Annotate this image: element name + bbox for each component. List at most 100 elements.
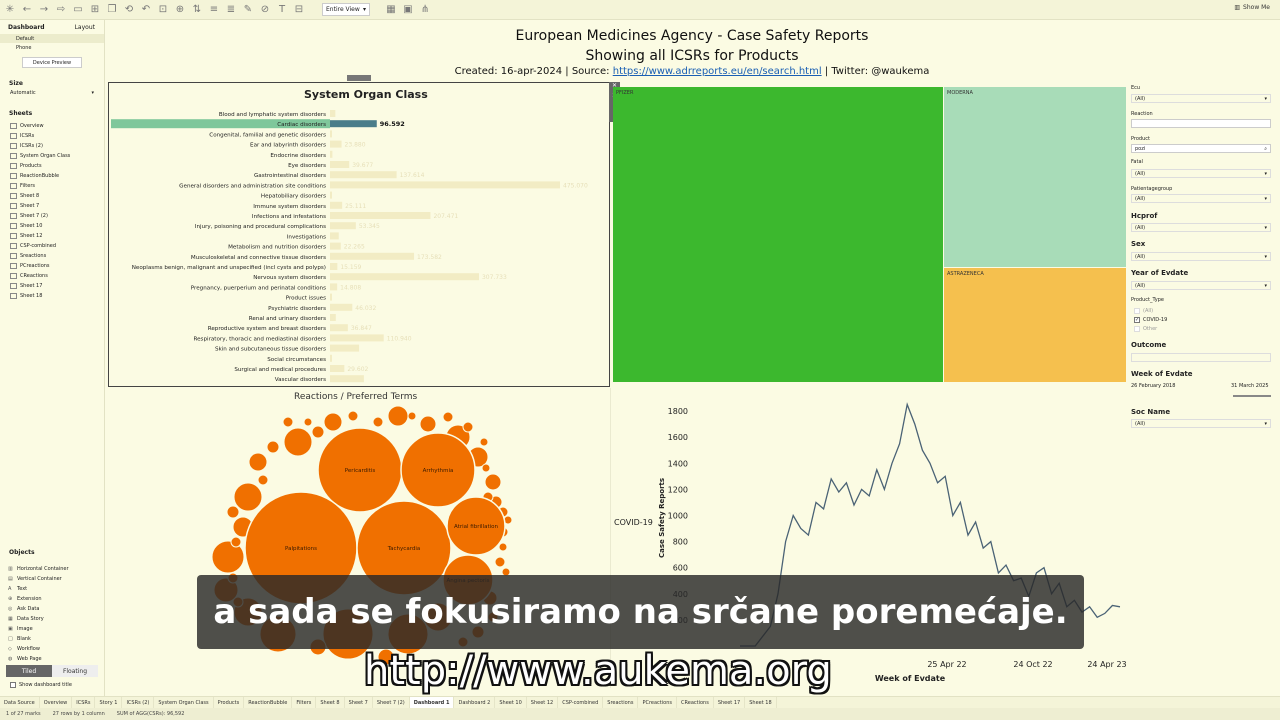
sheet-tab[interactable]: Sheet 7 (345, 696, 373, 709)
filter-search-input[interactable] (1131, 119, 1271, 128)
soc-bar[interactable] (330, 150, 333, 158)
treemap-cell-pfizer[interactable]: PFIZER (613, 87, 943, 382)
soc-bar[interactable] (330, 212, 431, 219)
treemap-cell-moderna[interactable]: MODERNA (944, 87, 1126, 267)
sheet-list-item[interactable]: CSP-combined (0, 241, 104, 251)
sort-desc-icon[interactable]: ≣ (224, 3, 238, 17)
soc-bar[interactable] (330, 324, 348, 332)
products-treemap[interactable]: PFIZER MODERNA ASTRAZENECA (613, 87, 1126, 382)
sheet-tab[interactable]: Dashboard 1 (409, 696, 455, 709)
sheet-tab[interactable]: ReactionBubble (244, 696, 293, 709)
sheet-tab[interactable]: Overview (40, 696, 73, 709)
sheet-list-item[interactable]: Overview (0, 121, 104, 131)
sheet-tab[interactable]: CReactions (677, 696, 714, 709)
sheet-tab[interactable]: ICSRs (2) (122, 696, 155, 709)
floating-button[interactable]: Floating (52, 665, 98, 677)
reaction-bubble[interactable] (462, 421, 474, 433)
soc-bar[interactable] (330, 201, 343, 209)
reaction-bubble[interactable] (479, 437, 489, 447)
sheet-tab[interactable]: Sheet 12 (527, 696, 559, 709)
forward-icon[interactable]: → (37, 3, 51, 17)
object-item[interactable]: A Text (0, 584, 104, 594)
object-item[interactable]: ▣ Image (0, 624, 104, 634)
select-icon[interactable]: ⊡ (156, 3, 170, 17)
group-icon[interactable]: ⊘ (258, 3, 272, 17)
reaction-bubble[interactable] (226, 505, 240, 519)
reaction-bubble[interactable] (282, 416, 294, 428)
sort-asc-icon[interactable]: ≡ (207, 3, 221, 17)
sheet-list-item[interactable]: Filters (0, 181, 104, 191)
object-item[interactable]: ⊕ Extension (0, 594, 104, 604)
device-phone[interactable]: Phone (0, 43, 104, 52)
filter-search-input[interactable]: pozi ⌕ (1131, 144, 1271, 153)
treemap-cell-astrazeneca[interactable]: ASTRAZENECA (944, 268, 1126, 382)
sheet-list-item[interactable]: System Organ Class (0, 151, 104, 161)
reaction-bubble[interactable] (407, 411, 417, 421)
week-range-slider[interactable] (1233, 395, 1271, 397)
filter-dropdown[interactable]: (All) ▾ (1131, 94, 1271, 103)
reaction-bubble[interactable] (266, 440, 280, 454)
product-type-option[interactable]: (All) (1134, 308, 1153, 314)
sheet-list-item[interactable]: Products (0, 161, 104, 171)
undo-icon[interactable]: ↶ (139, 3, 153, 17)
tab-dashboard[interactable]: Dashboard (8, 24, 45, 31)
sheet-list-item[interactable]: ICSRs (0, 131, 104, 141)
presentation-icon[interactable]: ▣ (401, 3, 415, 17)
soc-bar[interactable] (330, 232, 339, 240)
sheet-tab[interactable]: Data Source (0, 696, 40, 709)
sheet-tab[interactable]: Sheet 7 (2) (373, 696, 410, 709)
share-icon[interactable]: ⋔ (418, 3, 432, 17)
sheet-tab[interactable]: Dashboard 2 (454, 696, 496, 709)
object-item[interactable]: ◇ Workflow (0, 644, 104, 654)
object-item[interactable]: ◎ Ask Data (0, 604, 104, 614)
source-link[interactable]: https://www.adrreports.eu/en/search.html (613, 66, 822, 77)
tab-layout[interactable]: Layout (75, 24, 95, 31)
show-cards-icon[interactable]: ▦ (384, 3, 398, 17)
soc-bar[interactable] (330, 130, 332, 138)
reaction-bubble[interactable] (233, 482, 263, 512)
fix-axes-icon[interactable]: ⊟ (292, 3, 306, 17)
reaction-bubble[interactable] (248, 452, 268, 472)
back-icon[interactable]: ← (20, 3, 34, 17)
soc-bar[interactable] (330, 120, 377, 128)
soc-bar[interactable] (330, 365, 345, 372)
sheet-list-item[interactable]: PCreactions (0, 261, 104, 271)
data-source-icon[interactable]: ⇨ (54, 3, 68, 17)
reaction-bubble[interactable] (494, 556, 506, 568)
soc-bar[interactable] (330, 161, 350, 168)
soc-bar[interactable] (330, 344, 360, 352)
sheet-list-item[interactable]: Sheet 12 (0, 231, 104, 241)
sheet-tab[interactable]: Sheet 10 (495, 696, 527, 709)
sheet-tab[interactable]: PCreactions (638, 696, 677, 709)
sheet-list-item[interactable]: Sheet 7 (0, 201, 104, 211)
soc-bar[interactable] (330, 293, 332, 301)
save-icon[interactable]: ▭ (71, 3, 85, 17)
show-me-button[interactable]: ▥ Show Me (1234, 4, 1270, 11)
soc-bar[interactable] (330, 222, 356, 230)
sheet-list-item[interactable]: CReactions (0, 271, 104, 281)
sheet-list-item[interactable]: Sheet 7 (2) (0, 211, 104, 221)
soc-bar[interactable] (330, 303, 353, 311)
sheet-tab[interactable]: Filters (292, 696, 317, 709)
reaction-bubble[interactable] (230, 536, 242, 548)
object-item[interactable]: ▦ Data Story (0, 614, 104, 624)
filter-dropdown[interactable]: (All) ▾ (1131, 281, 1271, 290)
product-type-option[interactable]: Other (1134, 326, 1157, 332)
swap-icon[interactable]: ⇅ (190, 3, 204, 17)
soc-bar[interactable] (330, 283, 338, 291)
soc-bar[interactable] (330, 273, 479, 281)
soc-bar[interactable] (330, 263, 338, 270)
object-item[interactable]: ◍ Web Page (0, 654, 104, 664)
soc-bar[interactable] (330, 375, 364, 383)
clear-icon[interactable]: ⟲ (122, 3, 136, 17)
soc-bar[interactable] (330, 140, 342, 148)
sheet-list-item[interactable]: Sheet 10 (0, 221, 104, 231)
reaction-bubble[interactable] (257, 474, 269, 486)
soc-bar[interactable] (330, 354, 332, 362)
new-sheet-icon[interactable]: ⊞ (88, 3, 102, 17)
reaction-bubble[interactable] (347, 410, 359, 422)
soc-bar[interactable] (330, 314, 336, 321)
sheet-list-item[interactable]: Sheet 17 (0, 281, 104, 291)
device-preview-button[interactable]: Device Preview (22, 57, 82, 68)
sheet-tab[interactable]: System Organ Class (154, 696, 214, 709)
